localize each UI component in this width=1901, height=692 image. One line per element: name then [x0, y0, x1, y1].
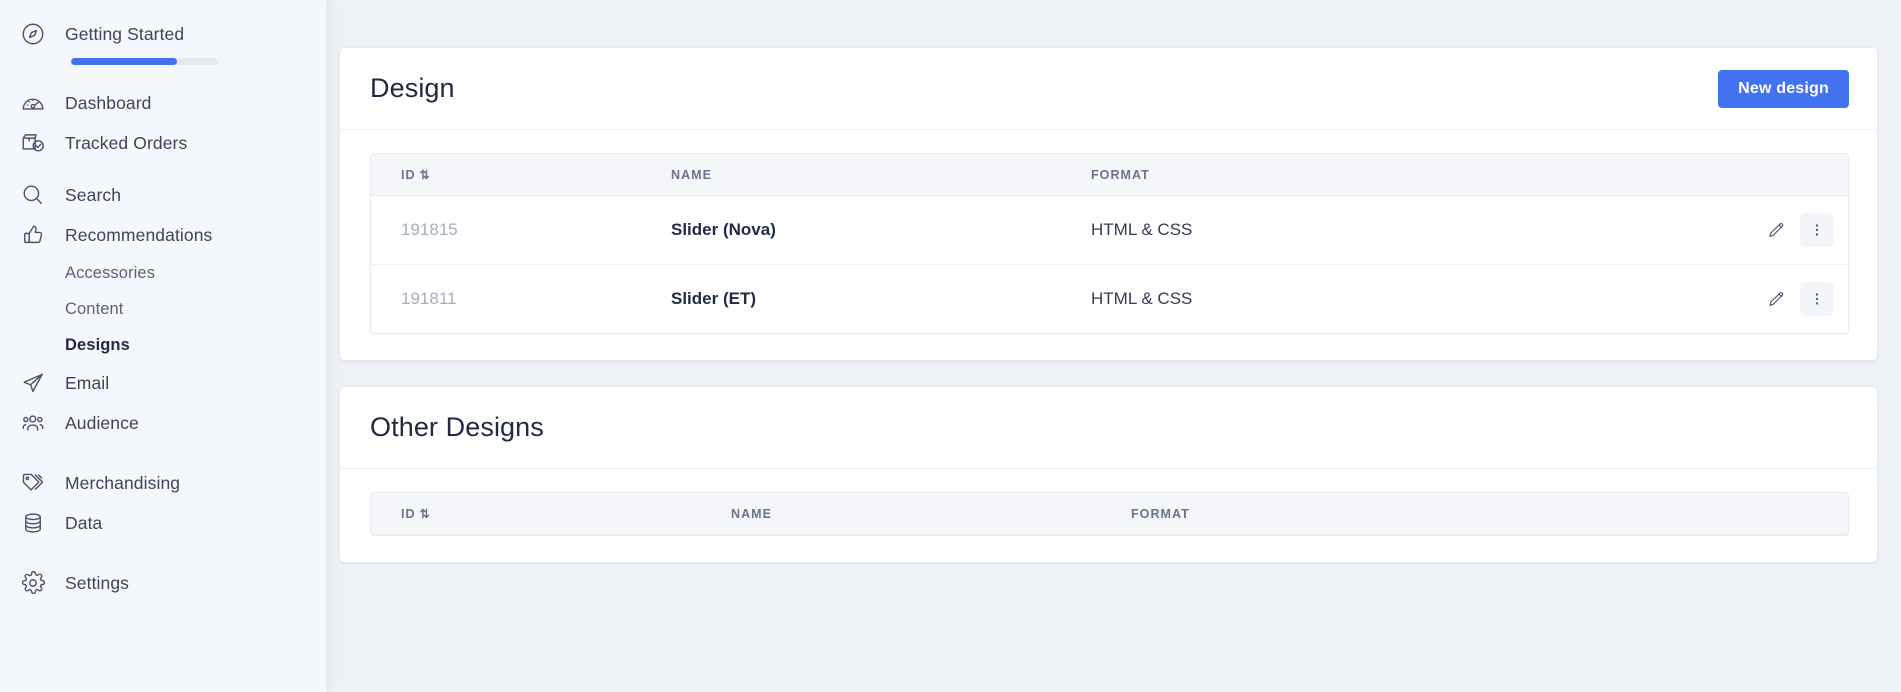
sort-icon[interactable]: ⇅	[420, 168, 430, 182]
column-header-format[interactable]: FORMAT	[1091, 154, 1691, 196]
more-vertical-icon[interactable]	[1800, 282, 1834, 316]
sidebar-item-label: Merchandising	[65, 472, 181, 493]
row-actions	[1691, 282, 1848, 316]
sidebar-item-label: Dashboard	[65, 92, 152, 113]
people-icon	[18, 408, 48, 438]
design-card: Design New design ID ⇅ NAME FORMAT 19181…	[340, 48, 1877, 360]
sidebar-item-settings[interactable]: Settings	[0, 563, 326, 603]
sidebar-item-label: Search	[65, 184, 122, 205]
other-designs-table: ID ⇅ NAME FORMAT	[370, 492, 1849, 536]
tags-icon	[18, 468, 48, 498]
magnifier-icon	[18, 180, 48, 210]
column-header-name[interactable]: NAME	[671, 154, 1091, 196]
cell-name: Slider (ET)	[671, 289, 757, 308]
paper-plane-icon	[18, 368, 48, 398]
sidebar-item-label: Audience	[65, 412, 139, 433]
column-header-id-label: ID	[401, 168, 416, 182]
gear-icon	[18, 568, 48, 598]
table-header-row: ID ⇅ NAME FORMAT	[371, 493, 1848, 535]
cell-format: HTML & CSS	[1091, 289, 1193, 308]
sidebar-item-tracked-orders[interactable]: Tracked Orders	[0, 123, 326, 163]
main-content: Design New design ID ⇅ NAME FORMAT 19181…	[326, 0, 1901, 692]
cell-actions	[1691, 265, 1848, 333]
sidebar-item-accessories[interactable]: Accessories	[0, 255, 326, 291]
sidebar-item-search[interactable]: Search	[0, 175, 326, 215]
column-header-id[interactable]: ID ⇅	[371, 154, 671, 196]
thumbs-up-icon	[18, 220, 48, 250]
nav-divider-spacer	[0, 163, 326, 175]
sidebar-item-label: Getting Started	[65, 23, 185, 44]
design-card-body: ID ⇅ NAME FORMAT 191815 Slider (Nova) HTML …	[340, 130, 1877, 360]
column-header-id-label: ID	[401, 507, 416, 521]
other-designs-card-header: Other Designs	[340, 387, 1877, 469]
cell-id: 191811	[401, 289, 457, 308]
sidebar-item-dashboard[interactable]: Dashboard	[0, 83, 326, 123]
sort-icon[interactable]: ⇅	[420, 507, 430, 521]
sidebar-item-designs[interactable]: Designs	[0, 327, 326, 363]
designs-table: ID ⇅ NAME FORMAT 191815 Slider (Nova) HTML …	[370, 153, 1849, 334]
new-design-button[interactable]: New design	[1718, 69, 1849, 108]
sidebar-item-label: Settings	[65, 572, 130, 593]
other-designs-card-body: ID ⇅ NAME FORMAT	[340, 469, 1877, 562]
nav-divider-spacer	[0, 443, 326, 463]
pencil-icon[interactable]	[1762, 216, 1790, 244]
sidebar-item-label: Data	[65, 512, 103, 533]
column-header-name[interactable]: NAME	[731, 493, 1131, 535]
sidebar-item-recommendations[interactable]: Recommendations	[0, 215, 326, 255]
compass-icon	[18, 19, 48, 49]
getting-started-progress-fill	[71, 58, 177, 65]
sidebar-item-label: Accessories	[65, 263, 156, 282]
sidebar-item-label: Designs	[65, 335, 130, 354]
sidebar-item-getting-started[interactable]: Getting Started	[0, 14, 326, 54]
app-root: Getting Started Dashboard Tracked Orders…	[0, 0, 1901, 692]
row-actions	[1691, 213, 1848, 247]
package-check-icon	[18, 128, 48, 158]
column-header-actions	[1691, 154, 1848, 196]
nav-divider-spacer	[0, 543, 326, 563]
designs-table-body: 191815 Slider (Nova) HTML & CSS 191811 Slide…	[371, 196, 1848, 333]
designs-table-header: ID ⇅ NAME FORMAT	[371, 154, 1848, 196]
other-designs-card: Other Designs ID ⇅ NAME FORMAT	[340, 387, 1877, 562]
sidebar-item-email[interactable]: Email	[0, 363, 326, 403]
database-icon	[18, 508, 48, 538]
sidebar: Getting Started Dashboard Tracked Orders…	[0, 0, 326, 692]
sidebar-item-content[interactable]: Content	[0, 291, 326, 327]
cell-actions	[1691, 196, 1848, 265]
column-header-format[interactable]: FORMAT	[1131, 493, 1848, 535]
pencil-icon[interactable]	[1762, 285, 1790, 313]
table-row[interactable]: 191815 Slider (Nova) HTML & CSS	[371, 196, 1848, 265]
gauge-icon	[18, 88, 48, 118]
other-designs-title: Other Designs	[370, 412, 544, 442]
table-row[interactable]: 191811 Slider (ET) HTML & CSS	[371, 265, 1848, 333]
page-title: Design	[370, 73, 455, 103]
sidebar-item-label: Content	[65, 299, 124, 318]
more-vertical-icon[interactable]	[1800, 213, 1834, 247]
sidebar-item-label: Recommendations	[65, 224, 213, 245]
design-card-header: Design New design	[340, 48, 1877, 130]
getting-started-progress	[71, 58, 218, 65]
sidebar-item-data[interactable]: Data	[0, 503, 326, 543]
column-header-id[interactable]: ID ⇅	[371, 493, 731, 535]
cell-format: HTML & CSS	[1091, 196, 1691, 265]
sidebar-item-merchandising[interactable]: Merchandising	[0, 463, 326, 503]
sidebar-item-audience[interactable]: Audience	[0, 403, 326, 443]
sidebar-item-label: Email	[65, 372, 110, 393]
other-designs-table-header: ID ⇅ NAME FORMAT	[371, 493, 1848, 535]
cell-id: 191815	[371, 196, 671, 265]
cell-name: Slider (Nova)	[671, 196, 1091, 265]
table-header-row: ID ⇅ NAME FORMAT	[371, 154, 1848, 196]
sidebar-item-label: Tracked Orders	[65, 132, 188, 153]
